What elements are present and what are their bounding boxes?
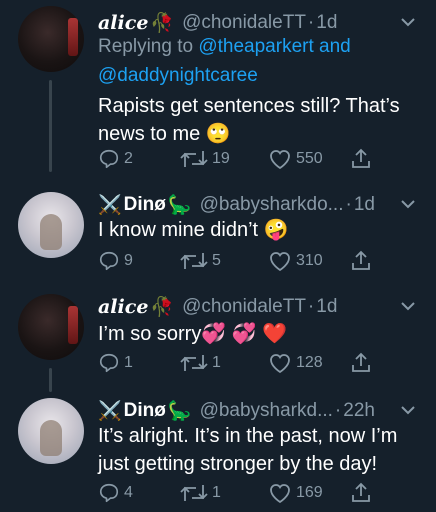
- mention-link[interactable]: @daddynightcaree: [98, 65, 258, 86]
- retweet-icon: [180, 253, 208, 269]
- retweet-icon: [180, 485, 208, 501]
- tweet-2[interactable]: ⚔️ Dinø 🦕 @babysharkdo... · 1d I know mi…: [0, 188, 436, 288]
- separator-dot: ·: [307, 12, 315, 33]
- tweet-actions: 2 19 550: [98, 148, 376, 174]
- share-icon: [352, 352, 370, 372]
- share-icon: [352, 482, 370, 502]
- share-button[interactable]: [350, 352, 372, 374]
- reply-count: 9: [124, 252, 133, 269]
- like-count: 550: [296, 150, 323, 167]
- share-icon: [352, 148, 370, 168]
- like-count: 169: [296, 484, 323, 501]
- retweet-icon: [180, 151, 208, 167]
- separator-dot: ·: [334, 400, 342, 421]
- reply-icon: [99, 483, 119, 503]
- replying-to: Replying to @theaparkert and @daddynight…: [98, 32, 418, 90]
- separator-dot: ·: [345, 194, 352, 215]
- retweet-icon: [180, 355, 208, 371]
- tweet-actions: 1 1 128: [98, 352, 376, 378]
- username-handle[interactable]: @chonidaleTT: [182, 296, 306, 318]
- chevron-down-icon[interactable]: [398, 12, 418, 32]
- display-name[interactable]: Dinø: [124, 400, 166, 422]
- thread-line: [49, 80, 52, 172]
- retweet-button[interactable]: 1: [180, 482, 221, 504]
- reply-icon: [99, 149, 119, 169]
- reply-button[interactable]: 9: [98, 250, 133, 272]
- tweet-header: alice 🥀 @chonidaleTT · 1d: [98, 290, 418, 324]
- avatar-alice[interactable]: [18, 294, 84, 360]
- chevron-down-icon[interactable]: [398, 400, 418, 420]
- tweet-1[interactable]: alice 🥀 @chonidaleTT · 1d Replying to @t…: [0, 6, 436, 174]
- like-count: 310: [296, 252, 323, 269]
- timestamp[interactable]: 1d: [354, 194, 375, 216]
- reply-icon: [99, 353, 119, 373]
- display-name[interactable]: Dinø: [124, 194, 166, 216]
- retweet-count: 5: [212, 252, 221, 269]
- like-button[interactable]: 310: [268, 250, 323, 272]
- like-icon: [270, 484, 290, 504]
- display-name[interactable]: alice: [98, 12, 148, 34]
- retweet-count: 19: [212, 150, 230, 167]
- like-icon: [270, 252, 290, 272]
- avatar-alice[interactable]: [18, 6, 84, 72]
- like-icon: [270, 150, 290, 170]
- swords-emoji: ⚔️: [98, 195, 122, 216]
- timestamp[interactable]: 1d: [316, 12, 337, 34]
- retweet-count: 1: [212, 354, 221, 371]
- avatar-dino[interactable]: [18, 398, 84, 464]
- retweet-button[interactable]: 1: [180, 352, 221, 374]
- reply-icon: [99, 251, 119, 271]
- retweet-button[interactable]: 5: [180, 250, 221, 272]
- display-name[interactable]: alice: [98, 296, 148, 318]
- dinosaur-emoji: 🦕: [167, 401, 192, 422]
- like-button[interactable]: 550: [268, 148, 323, 170]
- share-button[interactable]: [350, 148, 372, 170]
- username-handle[interactable]: @chonidaleTT: [182, 12, 306, 34]
- timestamp[interactable]: 1d: [316, 296, 337, 318]
- share-button[interactable]: [350, 250, 372, 272]
- tweet-text: Rapists get sentences still? That’s news…: [98, 95, 400, 145]
- tweet-4[interactable]: ⚔️ Dinø 🦕 @babysharkd... · 22h It’s alri…: [0, 394, 436, 512]
- username-handle[interactable]: @babysharkdo...: [200, 194, 344, 216]
- avatar-dino[interactable]: [18, 192, 84, 258]
- tweet-actions: 4 1 169: [98, 482, 376, 508]
- retweet-button[interactable]: 19: [180, 148, 230, 170]
- tweet-text: It’s alright. It’s in the past, now I’m …: [98, 425, 398, 475]
- replying-to-label: Replying to: [98, 36, 194, 57]
- mention-and: and: [319, 36, 351, 57]
- tweet-actions: 9 5 310: [98, 250, 376, 276]
- tweet-3[interactable]: alice 🥀 @chonidaleTT · 1d I’m so sorry💞 …: [0, 290, 436, 380]
- chevron-down-icon[interactable]: [398, 296, 418, 316]
- tweet-text: I know mine didn’t 🤪: [98, 219, 289, 241]
- rose-emoji: 🥀: [150, 297, 175, 318]
- reply-button[interactable]: 1: [98, 352, 133, 374]
- like-icon: [270, 354, 290, 374]
- reply-count: 4: [124, 484, 133, 501]
- thread-line: [49, 368, 52, 392]
- reply-button[interactable]: 2: [98, 148, 133, 170]
- tweet-text: I’m so sorry💞 💞 ❤️: [98, 323, 288, 345]
- like-button[interactable]: 128: [268, 352, 323, 374]
- reply-button[interactable]: 4: [98, 482, 133, 504]
- share-icon: [352, 250, 370, 270]
- like-count: 128: [296, 354, 323, 371]
- reply-count: 1: [124, 354, 133, 371]
- separator-dot: ·: [307, 296, 315, 317]
- timestamp[interactable]: 22h: [343, 400, 375, 422]
- like-button[interactable]: 169: [268, 482, 323, 504]
- reply-count: 2: [124, 150, 133, 167]
- username-handle[interactable]: @babysharkd...: [200, 400, 333, 422]
- retweet-count: 1: [212, 484, 221, 501]
- chevron-down-icon[interactable]: [398, 194, 418, 214]
- mention-link[interactable]: @theaparkert: [198, 36, 313, 57]
- dinosaur-emoji: 🦕: [167, 195, 192, 216]
- share-button[interactable]: [350, 482, 372, 504]
- swords-emoji: ⚔️: [98, 401, 122, 422]
